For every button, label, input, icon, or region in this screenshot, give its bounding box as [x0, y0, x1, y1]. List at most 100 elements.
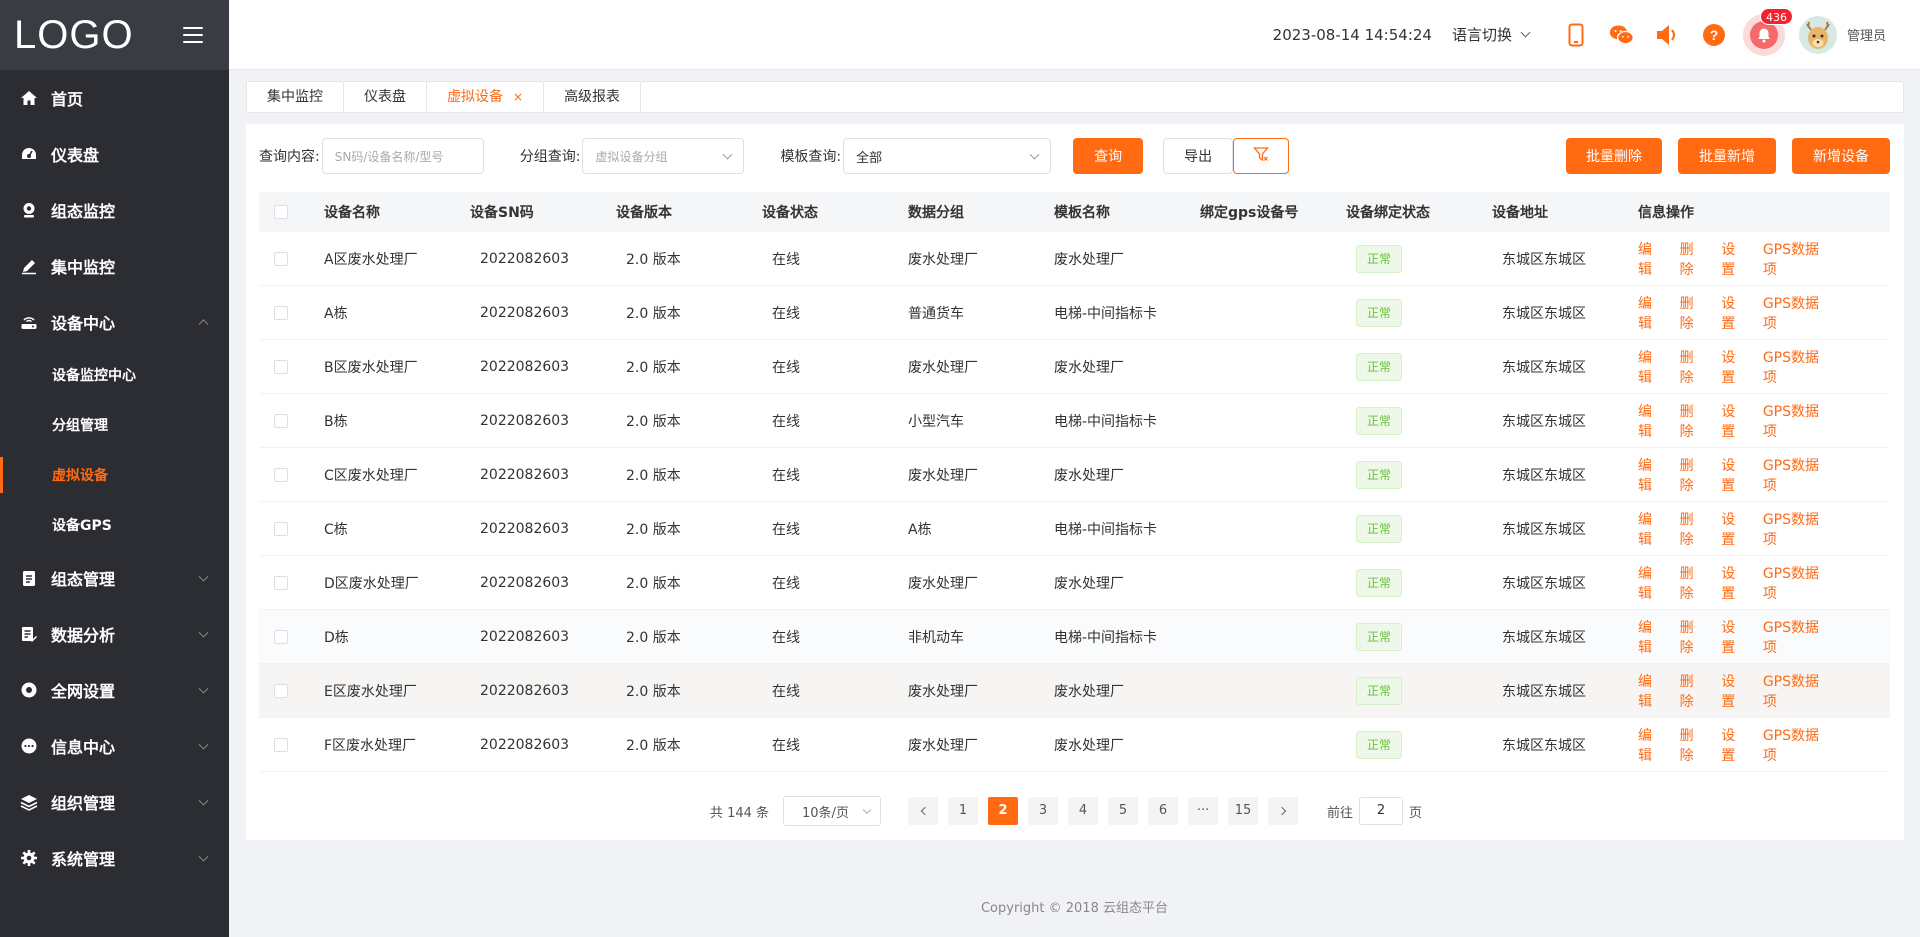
notification-button[interactable]: 436: [1742, 7, 1793, 56]
sidebar-item-config-monitor[interactable]: 组态监控: [0, 182, 229, 238]
sidebar-subitem-monitor-center[interactable]: 设备监控中心: [0, 350, 229, 400]
row-checkbox[interactable]: [274, 683, 288, 698]
close-icon[interactable]: ×: [513, 82, 523, 112]
gps-data-link[interactable]: GPS数据项: [1763, 293, 1832, 333]
gps-data-link[interactable]: GPS数据项: [1763, 509, 1832, 549]
batch-add-button[interactable]: 批量新增: [1678, 138, 1776, 174]
row-checkbox[interactable]: [274, 575, 288, 590]
batch-delete-button[interactable]: 批量删除: [1566, 138, 1662, 174]
edit-link[interactable]: 编辑: [1638, 671, 1666, 711]
delete-link[interactable]: 删除: [1680, 401, 1708, 441]
gps-data-link[interactable]: GPS数据项: [1763, 617, 1832, 657]
page-size-select[interactable]: 10条/页: [783, 796, 882, 826]
gps-data-link[interactable]: GPS数据项: [1763, 725, 1832, 765]
settings-link[interactable]: 设置: [1721, 671, 1749, 711]
avatar[interactable]: [1798, 15, 1837, 54]
settings-link[interactable]: 设置: [1721, 347, 1749, 387]
edit-link[interactable]: 编辑: [1638, 401, 1666, 441]
sidebar-item-config-manage[interactable]: 组态管理: [0, 550, 229, 606]
edit-link[interactable]: 编辑: [1638, 293, 1666, 333]
row-checkbox[interactable]: [274, 629, 288, 644]
settings-link[interactable]: 设置: [1721, 293, 1749, 333]
page-button[interactable]: 6: [1148, 797, 1179, 825]
edit-link[interactable]: 编辑: [1638, 725, 1666, 765]
gps-data-link[interactable]: GPS数据项: [1763, 401, 1832, 441]
delete-link[interactable]: 删除: [1680, 455, 1708, 495]
row-checkbox[interactable]: [274, 359, 288, 374]
gps-data-link[interactable]: GPS数据项: [1763, 239, 1832, 279]
page-button[interactable]: 15: [1228, 797, 1259, 825]
admin-name[interactable]: 管理员: [1847, 25, 1886, 44]
sidebar-item-org-manage[interactable]: 组织管理: [0, 774, 229, 830]
sidebar-subitem-group-manage[interactable]: 分组管理: [0, 400, 229, 450]
mobile-icon[interactable]: [1563, 22, 1589, 48]
page-button[interactable]: 1: [948, 797, 979, 825]
edit-link[interactable]: 编辑: [1638, 347, 1666, 387]
more-pages-button[interactable]: ···: [1188, 797, 1219, 825]
export-button[interactable]: 导出: [1163, 138, 1234, 174]
settings-link[interactable]: 设置: [1721, 617, 1749, 657]
delete-link[interactable]: 删除: [1680, 563, 1708, 603]
gps-data-link[interactable]: GPS数据项: [1763, 347, 1832, 387]
gps-data-link[interactable]: GPS数据项: [1763, 671, 1832, 711]
speaker-icon[interactable]: [1655, 22, 1681, 48]
edit-link[interactable]: 编辑: [1638, 509, 1666, 549]
delete-link[interactable]: 删除: [1680, 509, 1708, 549]
next-page-button[interactable]: [1268, 797, 1299, 825]
row-checkbox[interactable]: [274, 467, 288, 482]
row-checkbox[interactable]: [274, 413, 288, 428]
select-all-checkbox[interactable]: [274, 205, 288, 219]
help-icon[interactable]: ?: [1701, 22, 1727, 48]
settings-link[interactable]: 设置: [1721, 239, 1749, 279]
delete-link[interactable]: 删除: [1680, 293, 1708, 333]
filter-button[interactable]: [1233, 138, 1290, 174]
group-select[interactable]: 虚拟设备分组: [582, 138, 745, 174]
sidebar-item-network-settings[interactable]: 全网设置: [0, 662, 229, 718]
row-checkbox[interactable]: [274, 251, 288, 266]
page-button[interactable]: 2: [988, 797, 1019, 825]
tab-dashboard[interactable]: 仪表盘: [344, 82, 427, 112]
sidebar-item-home[interactable]: 首页: [0, 70, 229, 126]
sidebar-item-system-manage[interactable]: 系统管理: [0, 830, 229, 886]
menu-toggle-icon[interactable]: [183, 27, 203, 43]
sidebar-subitem-device-gps[interactable]: 设备GPS: [0, 500, 229, 550]
prev-page-button[interactable]: [908, 797, 939, 825]
settings-link[interactable]: 设置: [1721, 401, 1749, 441]
settings-link[interactable]: 设置: [1721, 725, 1749, 765]
sidebar-item-central-monitor[interactable]: 集中监控: [0, 238, 229, 294]
search-button[interactable]: 查询: [1073, 138, 1144, 174]
edit-link[interactable]: 编辑: [1638, 563, 1666, 603]
language-switch[interactable]: 语言切换: [1452, 24, 1531, 45]
delete-link[interactable]: 删除: [1680, 347, 1708, 387]
sidebar-item-message-center[interactable]: 信息中心: [0, 718, 229, 774]
template-select[interactable]: 全部: [843, 138, 1052, 174]
row-checkbox[interactable]: [274, 521, 288, 536]
page-button[interactable]: 3: [1028, 797, 1059, 825]
wechat-icon[interactable]: [1609, 22, 1635, 48]
edit-link[interactable]: 编辑: [1638, 617, 1666, 657]
sidebar-subitem-virtual-device[interactable]: 虚拟设备: [0, 450, 229, 500]
gps-data-link[interactable]: GPS数据项: [1763, 563, 1832, 603]
delete-link[interactable]: 删除: [1680, 617, 1708, 657]
gps-data-link[interactable]: GPS数据项: [1763, 455, 1832, 495]
tab-advanced-report[interactable]: 高级报表: [544, 82, 642, 112]
edit-link[interactable]: 编辑: [1638, 239, 1666, 279]
row-checkbox[interactable]: [274, 737, 288, 752]
edit-link[interactable]: 编辑: [1638, 455, 1666, 495]
row-checkbox[interactable]: [274, 305, 288, 320]
settings-link[interactable]: 设置: [1721, 509, 1749, 549]
sidebar-item-device-center[interactable]: 设备中心: [0, 294, 229, 350]
add-device-button[interactable]: 新增设备: [1792, 138, 1890, 174]
sidebar-item-data-analysis[interactable]: 数据分析: [0, 606, 229, 662]
tab-central-monitor[interactable]: 集中监控: [247, 82, 344, 112]
tab-virtual-device[interactable]: 虚拟设备 ×: [427, 82, 545, 112]
delete-link[interactable]: 删除: [1680, 239, 1708, 279]
page-button[interactable]: 5: [1108, 797, 1139, 825]
settings-link[interactable]: 设置: [1721, 563, 1749, 603]
delete-link[interactable]: 删除: [1680, 671, 1708, 711]
page-button[interactable]: 4: [1068, 797, 1099, 825]
delete-link[interactable]: 删除: [1680, 725, 1708, 765]
goto-page-input[interactable]: 2: [1359, 797, 1404, 825]
settings-link[interactable]: 设置: [1721, 455, 1749, 495]
sidebar-item-dashboard[interactable]: 仪表盘: [0, 126, 229, 182]
